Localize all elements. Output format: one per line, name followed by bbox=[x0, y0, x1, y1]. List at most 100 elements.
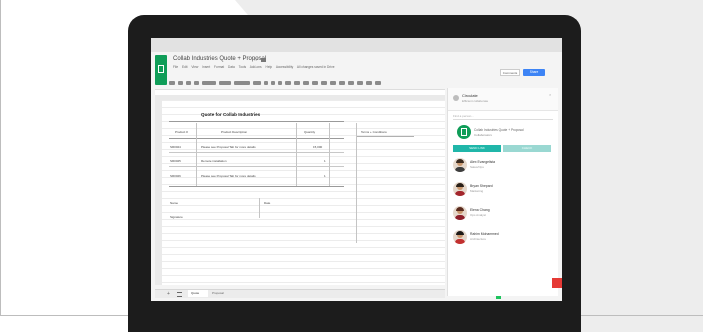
avatar bbox=[453, 158, 467, 172]
table-row-3-description: Please see Proposal Tab for more details bbox=[201, 174, 256, 178]
person-name: Alex Evangelista bbox=[470, 160, 496, 164]
merge-icon[interactable] bbox=[312, 80, 318, 85]
menu-edit[interactable]: Edit bbox=[182, 65, 188, 69]
avatar bbox=[453, 206, 467, 220]
table-row-3-product: SR0026 bbox=[170, 174, 181, 178]
header-quantity: Quantity bbox=[304, 130, 316, 134]
chart-icon[interactable] bbox=[357, 80, 363, 85]
check-button[interactable]: CHECK bbox=[503, 145, 551, 152]
menu-accessibility[interactable]: Accessibility bbox=[276, 65, 293, 69]
menu-insert[interactable]: Insert bbox=[202, 65, 210, 69]
person-role: Architecture bbox=[470, 237, 487, 241]
list-item[interactable]: Bryan Shepard Marketing bbox=[453, 182, 557, 202]
close-icon[interactable]: × bbox=[549, 92, 551, 97]
shared-file-sub: Collaborators bbox=[474, 133, 492, 137]
table-row-3-quantity: 1 bbox=[324, 174, 326, 178]
send-link-button[interactable]: SEND LINK bbox=[453, 145, 501, 152]
sidebar-header: Circulate Efficient collaborate × bbox=[448, 88, 558, 111]
addon-sidebar: Circulate Efficient collaborate × Find a… bbox=[447, 88, 558, 296]
borders-icon[interactable] bbox=[303, 80, 309, 85]
row-rule-2 bbox=[169, 166, 344, 167]
font-size-dropdown[interactable] bbox=[253, 80, 261, 85]
zoom-dropdown[interactable] bbox=[219, 80, 231, 85]
header-rule-top bbox=[169, 121, 344, 122]
shared-file-name: Collab Industries Quote + Proposal bbox=[474, 128, 524, 132]
add-sheet-icon[interactable]: + bbox=[167, 291, 170, 297]
name-label: Name bbox=[170, 201, 179, 205]
tab-proposal[interactable]: Proposal bbox=[212, 290, 224, 297]
person-name: Elena Chang bbox=[470, 208, 490, 212]
link-icon[interactable] bbox=[339, 80, 345, 85]
person-name: Bryan Shepard bbox=[470, 184, 493, 188]
col-divider-3 bbox=[329, 123, 330, 187]
comment-icon[interactable] bbox=[348, 80, 354, 85]
list-item[interactable]: Elena Chang Ops Analyst bbox=[453, 206, 557, 226]
sidebar-subtitle: Efficient collaborate bbox=[462, 99, 489, 103]
table-row-1-quantity: 15,000 bbox=[313, 145, 323, 149]
col-divider-2 bbox=[296, 123, 297, 187]
table-row-1-description: Please see Proposal Tab for more details bbox=[201, 145, 256, 149]
menu-tools[interactable]: Tools bbox=[239, 65, 246, 69]
table-row-2-quantity: 1 bbox=[324, 159, 326, 163]
person-role: Marketing bbox=[470, 189, 484, 193]
notification-badge[interactable] bbox=[552, 278, 562, 288]
sheets-logo-icon[interactable] bbox=[155, 55, 167, 85]
undo-icon[interactable] bbox=[178, 80, 183, 85]
save-status: All changes saved in Drive bbox=[296, 65, 335, 69]
font-dropdown[interactable] bbox=[234, 80, 250, 85]
circulate-icon bbox=[453, 95, 459, 101]
tab-quote[interactable]: Quote bbox=[188, 290, 208, 297]
sheet-grid[interactable] bbox=[162, 100, 445, 285]
avatar bbox=[453, 230, 467, 244]
list-sheets-icon[interactable] bbox=[177, 292, 182, 297]
terms-rule bbox=[356, 136, 414, 137]
text-color-icon[interactable] bbox=[285, 80, 291, 85]
menu-addons[interactable]: Add-ons bbox=[250, 65, 262, 69]
row-rule-1 bbox=[169, 152, 344, 153]
wrap-icon[interactable] bbox=[330, 80, 336, 85]
filter-icon[interactable] bbox=[366, 80, 372, 85]
print-icon[interactable] bbox=[169, 80, 175, 85]
sheet-tabs-bar: + Quote Proposal bbox=[155, 289, 445, 298]
header-terms: Terms + Conditions bbox=[361, 130, 387, 134]
table-row-2-product: SR0025 bbox=[170, 159, 181, 163]
header-description: Product Description bbox=[221, 130, 248, 134]
browser-strip bbox=[151, 38, 562, 52]
menu-file[interactable]: File bbox=[173, 65, 178, 69]
menu-bar: File Edit View Insert Format Data Tools … bbox=[173, 65, 337, 69]
table-row-2-description: Remote installation bbox=[201, 159, 227, 163]
sheets-badge-icon bbox=[457, 125, 471, 139]
list-item[interactable]: Rahim Mohammed Architecture bbox=[453, 230, 557, 250]
quote-title: Quote for Collab Industries bbox=[201, 112, 261, 117]
person-name: Rahim Mohammed bbox=[470, 232, 499, 236]
person-role: Ops Analyst bbox=[470, 213, 487, 217]
star-icon[interactable]: ☆ bbox=[253, 56, 258, 63]
redo-icon[interactable] bbox=[186, 80, 191, 85]
number-format-icon[interactable] bbox=[202, 80, 216, 85]
paint-format-icon[interactable] bbox=[194, 80, 199, 85]
menu-help[interactable]: Help bbox=[266, 65, 273, 69]
share-button[interactable]: Share bbox=[523, 69, 545, 76]
toolbar bbox=[169, 78, 459, 87]
person-search-input[interactable]: Find a person... bbox=[453, 113, 553, 120]
table-row-1-product: SR0024 bbox=[170, 145, 181, 149]
fill-color-icon[interactable] bbox=[294, 80, 300, 85]
bold-icon[interactable] bbox=[264, 80, 268, 85]
menu-view[interactable]: View bbox=[191, 65, 198, 69]
avatar bbox=[453, 182, 467, 196]
menu-data[interactable]: Data bbox=[228, 65, 235, 69]
name-date-divider bbox=[259, 198, 260, 218]
align-icon[interactable] bbox=[321, 80, 327, 85]
folder-icon[interactable] bbox=[261, 58, 266, 62]
comments-button[interactable]: Comments bbox=[500, 69, 520, 76]
functions-icon[interactable] bbox=[375, 80, 381, 85]
list-item[interactable]: Alex Evangelista Sales/Ops bbox=[453, 158, 557, 178]
signature-label: Signature bbox=[170, 215, 183, 219]
frame-border-left bbox=[0, 0, 1, 316]
strikethrough-icon[interactable] bbox=[278, 80, 282, 85]
col-divider-4 bbox=[356, 123, 357, 243]
status-indicator bbox=[496, 296, 501, 299]
sidebar-title: Circulate bbox=[462, 93, 478, 98]
menu-format[interactable]: Format bbox=[214, 65, 224, 69]
italic-icon[interactable] bbox=[271, 80, 275, 85]
